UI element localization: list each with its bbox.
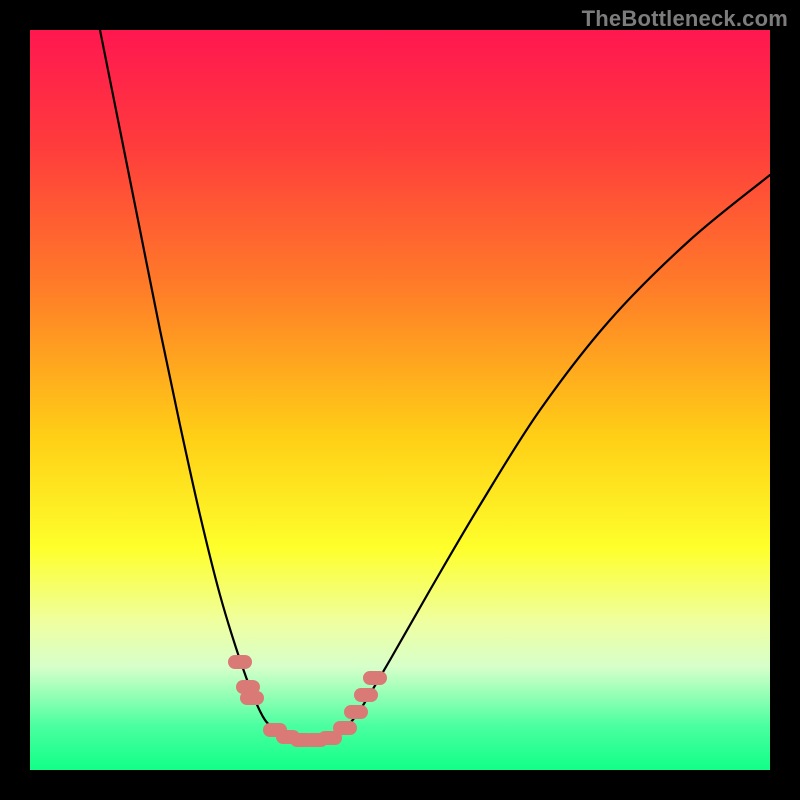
marker-dot bbox=[228, 655, 252, 669]
plot-area bbox=[30, 30, 770, 770]
marker-dot bbox=[354, 688, 378, 702]
watermark-text: TheBottleneck.com bbox=[582, 6, 788, 32]
chart-frame: TheBottleneck.com bbox=[0, 0, 800, 800]
bottleneck-curve-chart bbox=[30, 30, 770, 770]
gradient-background bbox=[30, 30, 770, 770]
marker-dot bbox=[333, 721, 357, 735]
marker-dot bbox=[363, 671, 387, 685]
marker-dot bbox=[240, 691, 264, 705]
marker-dot bbox=[344, 705, 368, 719]
